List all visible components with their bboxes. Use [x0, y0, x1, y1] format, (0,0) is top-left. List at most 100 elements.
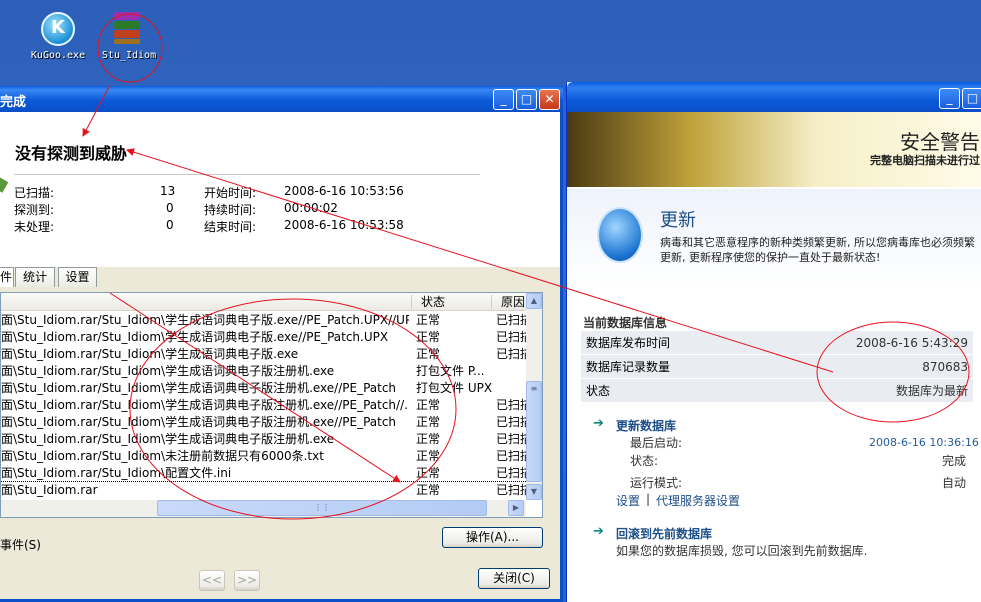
desktop-icon-kugoo[interactable]: K KuGoo.exe	[20, 12, 96, 61]
table-row[interactable]: 面\Stu_Idiom.rar/Stu_Idiom\学生成语词典电子版注册机.e…	[1, 397, 526, 414]
scan-events-list[interactable]: 状态 原因 面\Stu_Idiom.rar/Stu_Idiom\学生成语词典电子…	[0, 292, 543, 518]
next-button[interactable]: >>	[234, 570, 260, 591]
scrollbar-thumb[interactable]: ⋮⋮	[157, 500, 487, 516]
row-reason: 已扫描	[496, 313, 526, 327]
row-reason: 已扫描	[496, 483, 526, 497]
table-row[interactable]: 面\Stu_Idiom.rar/Stu_Idiom\学生成语词典电子版.exe 正…	[1, 346, 526, 363]
row-status: 正常	[416, 466, 441, 480]
row-path: 面\Stu_Idiom.rar/Stu_Idiom\学生成语词典电子版注册机.e…	[1, 381, 397, 395]
row-reason: 已扫描	[496, 398, 526, 412]
row-path: 面\Stu_Idiom.rar/Stu_Idiom\学生成语词典电子版注册机.e…	[1, 364, 335, 378]
rollback-db-link[interactable]: 回滚到先前数据库	[616, 525, 712, 542]
scroll-right-icon[interactable]: ▶	[508, 500, 524, 516]
list-header: 状态 原因	[1, 293, 526, 311]
row-status: 打包文件 UPX	[416, 381, 492, 395]
column-status[interactable]: 状态	[421, 293, 445, 311]
security-window-titlebar[interactable]: _ □	[567, 82, 981, 112]
table-row[interactable]: 面\Stu_Idiom.rar/Stu_Idiom\未注册前数据只有6000条.…	[1, 448, 526, 465]
scan-result-headline: 没有探测到威胁	[15, 144, 128, 163]
row-status: 正常	[416, 415, 441, 429]
tab-settings[interactable]: 设置	[58, 267, 97, 287]
tab-statistics[interactable]: 统计	[15, 267, 55, 287]
row-reason: 已扫描	[496, 449, 526, 463]
end-time-value: 2008-6-16 10:53:58	[284, 218, 404, 232]
unhandled-value: 0	[166, 218, 174, 232]
db-info-label: 数据库记录数量	[586, 360, 671, 374]
row-path: 面\Stu_Idiom.rar/Stu_Idiom\配置文件.ini	[1, 466, 232, 480]
row-status: 正常	[416, 483, 441, 497]
arrow-right-icon: ➔	[593, 524, 604, 539]
security-banner: 安全警告 完整电脑扫描未进行过	[567, 112, 981, 187]
maximize-button[interactable]: □	[962, 88, 981, 109]
detected-value: 0	[166, 201, 174, 215]
link-separator: |	[646, 492, 651, 506]
row-reason: 已扫描	[496, 432, 526, 446]
scanned-value: 13	[160, 184, 176, 198]
desktop-icon-label: KuGoo.exe	[30, 50, 86, 61]
table-row[interactable]: 面\Stu_Idiom.rar/Stu_Idiom\学生成语词典电子版.exe/…	[1, 329, 526, 346]
row-path: 面\Stu_Idiom.rar/Stu_Idiom\学生成语词典电子版注册机.e…	[1, 415, 397, 429]
row-status: 打包文件 P...	[416, 364, 485, 378]
row-path: 面\Stu_Idiom.rar/Stu_Idiom\学生成语词典电子版.exe/…	[1, 330, 389, 344]
db-info-value: 2008-6-16 5:43:29	[855, 336, 968, 350]
column-reason[interactable]: 原因	[501, 293, 525, 311]
start-time-label: 开始时间:	[204, 186, 257, 200]
close-button[interactable]: ✕	[539, 89, 560, 110]
rollback-description: 如果您的数据库损毁, 您可以回滚到先前数据库.	[616, 544, 868, 558]
minimize-button[interactable]: _	[939, 88, 960, 109]
duration-value: 00:00:02	[284, 201, 338, 215]
update-db-link[interactable]: 更新数据库	[616, 417, 676, 434]
events-label: 事件(S)	[0, 538, 41, 552]
close-dialog-button[interactable]: 关闭(C)	[478, 568, 550, 589]
db-info-row: 数据库发布时间 2008-6-16 5:43:29	[581, 331, 973, 355]
banner-subtitle: 完整电脑扫描未进行过	[870, 154, 980, 167]
db-section-title: 当前数据库信息	[583, 316, 668, 330]
settings-link[interactable]: 设置	[616, 492, 640, 509]
update-panel: 更新 病毒和其它恶意程序的新种类频繁更新, 所以您病毒库也必须频繁更新, 更新程…	[567, 189, 981, 289]
row-path: 面\Stu_Idiom.rar/Stu_Idiom\学生成语词典电子版注册机.e…	[1, 432, 335, 446]
prev-button[interactable]: <<	[199, 570, 225, 591]
table-row[interactable]: 面\Stu_Idiom.rar/Stu_Idiom\学生成语词典电子版注册机.e…	[1, 414, 526, 431]
table-row[interactable]: 面\Stu_Idiom.rar/Stu_Idiom\学生成语词典电子版注册机.e…	[1, 380, 526, 397]
minimize-button[interactable]: _	[493, 89, 514, 110]
horizontal-scrollbar[interactable]: ⋮⋮ ▶	[1, 500, 526, 517]
db-info-value: 870683	[922, 360, 968, 374]
dialog-tabs: 件 统计 设置	[0, 267, 560, 287]
security-window: _ □ 安全警告 完整电脑扫描未进行过 更新 病毒和其它恶意程序的新种类频繁更新…	[566, 82, 981, 602]
row-status: 正常	[416, 347, 441, 361]
duration-label: 持续时间:	[204, 203, 257, 217]
scanned-label: 已扫描:	[14, 186, 55, 200]
row-status: 正常	[416, 330, 441, 344]
column-divider	[491, 295, 492, 309]
update-heading: 更新	[660, 210, 696, 231]
tab-events[interactable]: 件	[0, 267, 14, 287]
last-start-value: 2008-6-16 10:36:16	[869, 436, 979, 449]
scan-complete-dialog: 完成 _ □ ✕ 没有探测到威胁 已扫描: 13 探测到: 0 未处理: 0 开…	[0, 86, 563, 602]
table-row[interactable]: 面\Stu_Idiom.rar/Stu_Idiom\学生成语词典电子版注册机.e…	[1, 431, 526, 448]
table-row[interactable]: 面\Stu_Idiom.rar 正常 已扫描	[1, 482, 526, 499]
table-row[interactable]: 面\Stu_Idiom.rar/Stu_Idiom\学生成语词典电子版.exe/…	[1, 312, 526, 329]
table-row[interactable]: 面\Stu_Idiom.rar/Stu_Idiom\配置文件.ini 正常 已扫描	[1, 465, 526, 482]
last-start-label: 最后启动:	[630, 436, 683, 450]
divider	[14, 174, 480, 175]
run-mode-value: 自动	[942, 476, 967, 490]
db-info-label: 状态	[586, 384, 611, 398]
dialog-titlebar[interactable]: 完成 _ □ ✕	[0, 86, 563, 112]
row-path: 面\Stu_Idiom.rar	[1, 483, 98, 497]
row-reason: 已扫描	[496, 466, 526, 480]
status-label: 状态:	[630, 454, 659, 468]
run-mode-label: 运行模式:	[630, 476, 683, 490]
scroll-down-icon[interactable]: ▼	[526, 484, 542, 500]
table-row[interactable]: 面\Stu_Idiom.rar/Stu_Idiom\学生成语词典电子版注册机.e…	[1, 363, 526, 380]
vertical-scrollbar[interactable]: ▲ ≡ ▼	[526, 293, 542, 500]
db-info-value: 数据库为最新	[895, 384, 968, 398]
end-time-label: 结束时间:	[204, 220, 257, 234]
scrollbar-thumb[interactable]: ≡	[526, 381, 542, 482]
action-button[interactable]: 操作(A)...	[442, 527, 543, 548]
maximize-button[interactable]: □	[516, 89, 537, 110]
proxy-settings-link[interactable]: 代理服务器设置	[656, 492, 740, 509]
scroll-up-icon[interactable]: ▲	[526, 293, 542, 309]
desktop-icon-stu-idiom[interactable]: Stu_Idiom	[91, 12, 167, 61]
status-value: 完成	[942, 454, 967, 468]
row-reason: 已扫描	[496, 330, 526, 344]
